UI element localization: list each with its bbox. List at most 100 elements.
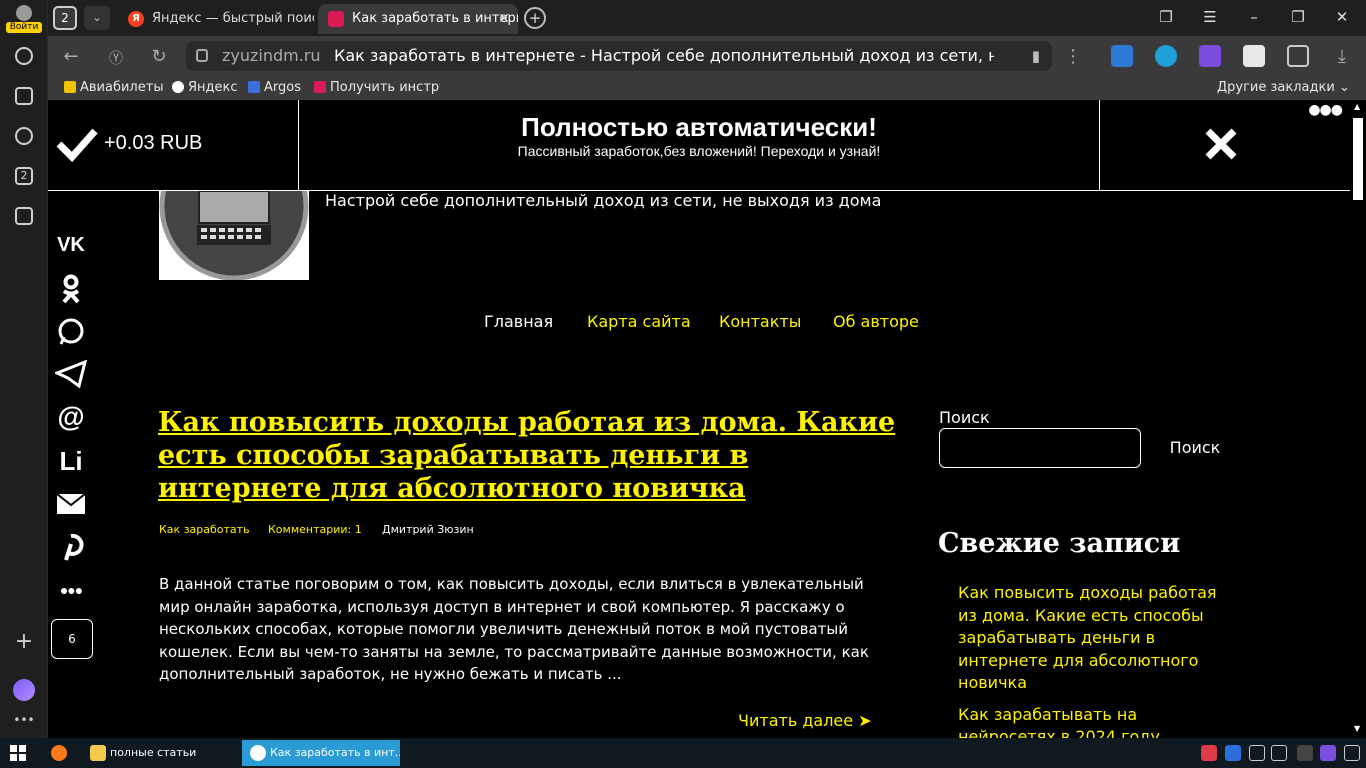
login-label: Войти xyxy=(6,22,42,33)
menu-home[interactable]: Главная xyxy=(484,312,553,331)
bookmark-item[interactable]: Получить инстру xyxy=(314,76,440,100)
history-icon[interactable] xyxy=(12,44,36,68)
back-icon[interactable]: ← xyxy=(60,46,82,67)
close-tab-icon[interactable]: ✕ xyxy=(498,4,510,34)
tab-title: Яндекс — быстрый поиск xyxy=(152,11,314,26)
download-icon[interactable]: ⤓ xyxy=(1331,46,1353,67)
pinterest-icon[interactable] xyxy=(52,530,90,564)
profile-icon xyxy=(16,5,32,21)
new-tab-icon[interactable]: + xyxy=(524,7,546,29)
bookmarks-bar: Авиабилеты Яндекс Argos Получить инстру … xyxy=(48,76,1366,100)
site-favicon-icon xyxy=(314,81,326,93)
tab-manager-icon[interactable]: ❐ xyxy=(1155,8,1177,26)
extension-puzzle-icon[interactable] xyxy=(1287,45,1309,67)
tab-title: Как заработать в интерн xyxy=(352,11,518,26)
yandex-star-icon xyxy=(172,81,184,93)
tab-count-button[interactable]: 2 xyxy=(53,6,77,30)
other-bookmarks[interactable]: Другие закладки ⌄ xyxy=(1217,76,1350,100)
address-field[interactable]: zyuzindm.ru Как заработать в интернете -… xyxy=(186,41,1052,71)
vk-icon[interactable]: VK xyxy=(52,228,90,262)
bookmark-item[interactable]: Argos xyxy=(248,76,301,100)
extension-send-icon[interactable] xyxy=(1111,45,1133,67)
ad-more-icon[interactable]: ●●● xyxy=(1308,102,1343,118)
lock-icon xyxy=(196,49,208,62)
minimize-icon[interactable]: – xyxy=(1243,8,1265,26)
menu-contacts[interactable]: Контакты xyxy=(719,312,801,331)
extension-sync-icon[interactable] xyxy=(1155,45,1177,67)
collections-icon[interactable] xyxy=(12,84,36,108)
address-bar-row: ← Ⓨ ↻ zyuzindm.ru Как заработать в интер… xyxy=(48,36,1366,76)
share-count: 6 xyxy=(51,619,93,659)
tab-list-chevron-icon[interactable]: ⌄ xyxy=(84,6,110,30)
bookmark-item[interactable]: Авиабилеты xyxy=(64,76,164,100)
ad-amount: +0.03 RUB xyxy=(104,132,203,154)
tray-notes-icon[interactable] xyxy=(1320,745,1336,761)
page-scrollbar[interactable]: ▲ ▼ xyxy=(1350,100,1366,738)
notifications-icon[interactable] xyxy=(1344,745,1360,761)
more-icon[interactable]: ●●● xyxy=(52,573,90,607)
ad-banner[interactable]: +0.03 RUB Полностью автоматически! Пасси… xyxy=(48,100,1350,191)
windows-taskbar: полные статьи Как заработать в инт... xyxy=(0,738,1366,768)
tab-active[interactable]: Как заработать в интерн ✕ xyxy=(318,4,518,34)
odnoklassniki-icon[interactable] xyxy=(52,272,90,306)
side-counter-label: 2 xyxy=(15,167,33,185)
reload-icon[interactable]: ↻ xyxy=(148,46,170,67)
taskbar-item-folder[interactable]: полные статьи xyxy=(86,740,236,766)
panel-more-icon[interactable]: ••• xyxy=(12,708,36,732)
bluetooth-icon[interactable] xyxy=(1225,745,1241,761)
browser-side-panel: Войти 2 + ••• xyxy=(0,0,48,738)
screenshot-icon[interactable] xyxy=(12,204,36,228)
telegram-icon[interactable] xyxy=(52,357,90,391)
search-button[interactable]: Поиск xyxy=(1160,428,1230,468)
article-comments-link[interactable]: Комментарии: 1 xyxy=(268,523,362,536)
side-counter-icon[interactable]: 2 xyxy=(12,164,36,188)
alice-assistant-icon[interactable] xyxy=(13,679,35,701)
login-button[interactable]: Войти xyxy=(4,4,44,34)
add-panel-icon[interactable]: + xyxy=(12,629,36,654)
email-at-icon[interactable]: @ xyxy=(52,400,90,434)
article-title-link[interactable]: Как повысить доходы работая из дома. Как… xyxy=(158,406,898,505)
volume-icon[interactable] xyxy=(1271,745,1287,761)
tray-widget-icon[interactable] xyxy=(1297,745,1313,761)
yandex-home-icon[interactable]: Ⓨ xyxy=(105,48,127,68)
extension-chat-icon[interactable] xyxy=(1199,45,1221,67)
recent-post-link[interactable]: Как зарабатывать на нейросетях в 2024 го… xyxy=(958,704,1238,739)
windows-start-icon[interactable] xyxy=(10,740,30,766)
folder-icon xyxy=(90,745,106,761)
scroll-up-icon[interactable]: ▲ xyxy=(1354,102,1360,111)
argos-icon xyxy=(248,81,260,93)
extension-se-icon[interactable] xyxy=(1243,45,1265,67)
firefox-icon[interactable] xyxy=(51,745,67,761)
whatsapp-icon[interactable] xyxy=(52,315,90,349)
article-category-link[interactable]: Как заработать xyxy=(159,523,250,536)
recent-posts-heading: Свежие записи xyxy=(938,528,1181,559)
menu-sitemap[interactable]: Карта сайта xyxy=(587,312,691,331)
menu-icon[interactable]: ☰ xyxy=(1199,8,1221,26)
restore-icon[interactable]: ❐ xyxy=(1287,8,1309,26)
mail-icon[interactable] xyxy=(52,487,90,521)
bookmark-icon[interactable]: ▮ xyxy=(1032,41,1040,71)
liveinternet-icon[interactable]: Li xyxy=(52,444,90,478)
ad-close-icon[interactable] xyxy=(1203,126,1239,162)
media-play-icon[interactable] xyxy=(12,124,36,148)
article-author: Дмитрий Зюзин xyxy=(382,523,474,536)
ad-content[interactable]: Полностью автоматически! Пассивный зараб… xyxy=(299,100,1100,190)
bookmark-item[interactable]: Яндекс xyxy=(172,76,238,100)
tab-yandex[interactable]: Я Яндекс — быстрый поиск xyxy=(118,4,314,34)
taskbar-item-browser[interactable]: Как заработать в инт... xyxy=(242,740,400,766)
search-input[interactable] xyxy=(939,428,1141,468)
site-logo[interactable] xyxy=(159,191,309,280)
scroll-down-icon[interactable]: ▼ xyxy=(1354,724,1360,733)
more-vertical-icon[interactable]: ⋮ xyxy=(1062,46,1084,67)
read-more-link[interactable]: Читать далее ➤ xyxy=(738,711,872,730)
tab-bar: 2 ⌄ Я Яндекс — быстрый поиск Как заработ… xyxy=(48,0,1366,36)
menu-about[interactable]: Об авторе xyxy=(833,312,919,331)
close-window-icon[interactable]: ✕ xyxy=(1331,8,1353,26)
yandex-browser-icon xyxy=(250,745,266,761)
checkmark-icon xyxy=(56,128,98,162)
scrollbar-thumb[interactable] xyxy=(1353,118,1363,200)
recent-post-link[interactable]: Как повысить доходы работая из дома. Как… xyxy=(958,582,1238,695)
network-icon[interactable] xyxy=(1249,745,1265,761)
tray-app-icon[interactable] xyxy=(1201,745,1217,761)
recent-posts-list: Как повысить доходы работая из дома. Как… xyxy=(958,582,1238,738)
